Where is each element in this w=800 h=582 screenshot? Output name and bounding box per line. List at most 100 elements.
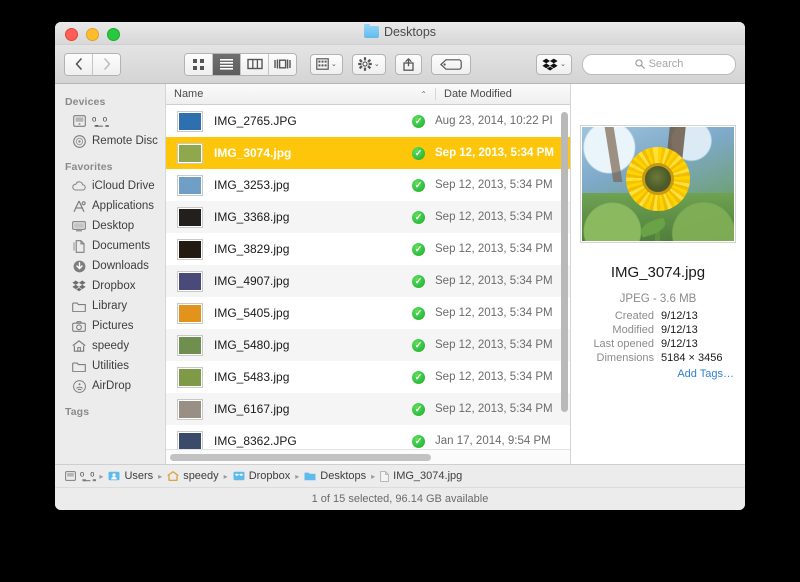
preview-metadata-value: 9/12/13: [661, 338, 698, 350]
coverflow-view-button[interactable]: [269, 54, 296, 75]
file-thumbnail: [178, 240, 202, 259]
tag-button[interactable]: [431, 54, 471, 75]
table-row[interactable]: IMG_6167.jpg✓Sep 12, 2013, 5:34 PM: [166, 393, 570, 425]
file-date-modified: Sep 12, 2013, 5:34 PM: [435, 179, 570, 191]
sidebar-item-documents[interactable]: Documents: [55, 236, 165, 256]
sidebar-item-label: AirDrop: [92, 380, 131, 392]
table-row[interactable]: IMG_3829.jpg✓Sep 12, 2013, 5:34 PM: [166, 233, 570, 265]
sidebar-item-remote-disc[interactable]: Remote Disc: [55, 131, 165, 151]
breadcrumb-label: Desktops: [320, 470, 366, 482]
horizontal-scrollbar[interactable]: [170, 454, 431, 461]
table-row[interactable]: IMG_5405.jpg✓Sep 12, 2013, 5:34 PM: [166, 297, 570, 329]
column-header-date-modified[interactable]: Date Modified: [435, 88, 570, 100]
file-date-modified: Sep 12, 2013, 5:34 PM: [435, 307, 570, 319]
preview-metadata-key: Last opened: [582, 338, 661, 350]
file-name: IMG_3368.jpg: [214, 210, 412, 224]
sidebar-item-label: speedy: [92, 340, 129, 352]
sort-indicator-icon: ⌃: [420, 90, 435, 99]
sidebar-item-icloud-drive[interactable]: iCloud Drive: [55, 176, 165, 196]
breadcrumb-label: Dropbox: [249, 470, 291, 482]
navigation-buttons: [64, 53, 121, 76]
column-header-name[interactable]: Name ⌃: [166, 88, 435, 100]
table-row[interactable]: IMG_3368.jpg✓ Sep 12, 2013, 5:34 PM: [166, 201, 570, 233]
sidebar-item-dropbox[interactable]: Dropbox: [55, 276, 165, 296]
arrange-button[interactable]: ⌄: [310, 54, 343, 75]
table-row[interactable]: IMG_2765.JPG✓Aug 23, 2014, 10:22 PI: [166, 105, 570, 137]
table-row[interactable]: IMG_5483.jpg✓Sep 12, 2013, 5:34 PM: [166, 361, 570, 393]
file-thumbnail: [178, 336, 202, 355]
file-date-modified: Sep 12, 2013, 5:34 PM: [435, 211, 570, 223]
dropbox-synced-icon: ✓: [412, 275, 425, 288]
view-mode-buttons: [184, 53, 297, 76]
finder-window: Desktops: [55, 22, 745, 510]
action-button[interactable]: ⌄: [352, 54, 386, 75]
breadcrumb-item[interactable]: Desktops: [304, 470, 366, 482]
sidebar-item-airdrop[interactable]: AirDrop: [55, 376, 165, 396]
sidebar-item-desktop[interactable]: Desktop: [55, 216, 165, 236]
dropbox-synced-icon: ✓: [412, 211, 425, 224]
sunflower-graphic: [626, 147, 690, 211]
sidebar-item-label: Desktop: [92, 220, 134, 232]
sidebar-item-library[interactable]: Library: [55, 296, 165, 316]
window-title: Desktops: [55, 25, 745, 39]
breadcrumb-separator: ▸: [99, 472, 103, 481]
column-headers: Name ⌃ Date Modified: [166, 84, 570, 105]
chevron-down-icon: ⌄: [560, 61, 566, 68]
breadcrumb-item[interactable]: IMG_3074.jpg: [380, 470, 462, 482]
dropbox-button[interactable]: ⌄: [536, 54, 572, 75]
add-tags-link[interactable]: Add Tags…: [582, 368, 734, 380]
sidebar-item-label: Documents: [92, 240, 150, 252]
file-icon: [380, 471, 389, 482]
preview-filename: IMG_3074.jpg: [611, 264, 705, 281]
dropbox-synced-icon: ✓: [412, 307, 425, 320]
table-row[interactable]: IMG_4907.jpg✓Sep 12, 2013, 5:34 PM: [166, 265, 570, 297]
file-name: IMG_4907.jpg: [214, 274, 412, 288]
sidebar-item-downloads[interactable]: Downloads: [55, 256, 165, 276]
sidebar-item-speedy[interactable]: speedy: [55, 336, 165, 356]
preview-metadata-row: Dimensions5184 × 3456: [582, 352, 734, 364]
forward-button[interactable]: [93, 54, 120, 75]
home-icon: [72, 339, 86, 353]
cloud-icon: [72, 179, 86, 193]
sidebar-item-label: Remote Disc: [92, 135, 158, 147]
share-button[interactable]: [395, 54, 422, 75]
file-date-modified: Sep 12, 2013, 5:34 PM: [435, 243, 570, 255]
chevron-down-icon: ⌄: [331, 61, 337, 68]
search-input[interactable]: Search: [582, 54, 736, 75]
window-body: Devices ᵒ̳_ᵒ̳ Remote Disc Favorites iClo…: [55, 84, 745, 464]
vertical-scrollbar[interactable]: [561, 112, 568, 412]
file-thumbnail: [178, 400, 202, 419]
folder-icon: [72, 359, 86, 373]
preview-kind-size: JPEG - 3.6 MB: [620, 293, 697, 305]
breadcrumb-item[interactable]: Dropbox: [233, 470, 291, 482]
table-row[interactable]: IMG_3074.jpg✓Sep 12, 2013, 5:34 PM: [166, 137, 570, 169]
icon-view-button[interactable]: [185, 54, 213, 75]
preview-metadata-row: Created9/12/13: [582, 310, 734, 322]
breadcrumb-label: speedy: [183, 470, 218, 482]
table-row[interactable]: IMG_8362.JPG✓Jan 17, 2014, 9:54 PM: [166, 425, 570, 449]
sidebar-item-disk[interactable]: ᵒ̳_ᵒ̳: [55, 111, 165, 131]
sidebar-heading-devices: Devices: [55, 92, 165, 111]
sidebar-item-label: Dropbox: [92, 280, 135, 292]
downloads-icon: [72, 259, 86, 273]
column-view-button[interactable]: [241, 54, 269, 75]
breadcrumb-separator: ▸: [295, 472, 299, 481]
breadcrumb-item[interactable]: Users: [108, 470, 153, 482]
airdrop-icon: [72, 379, 86, 393]
file-name: IMG_6167.jpg: [214, 402, 412, 416]
breadcrumb-item[interactable]: speedy: [167, 470, 218, 482]
sidebar-item-pictures[interactable]: Pictures: [55, 316, 165, 336]
file-name: IMG_8362.JPG: [214, 434, 412, 448]
sidebar-item-label: Downloads: [92, 260, 149, 272]
table-row[interactable]: IMG_3253.jpg✓Sep 12, 2013, 5:34 PM: [166, 169, 570, 201]
list-view-button[interactable]: [213, 54, 241, 75]
table-row[interactable]: IMG_5480.jpg✓Sep 12, 2013, 5:34 PM: [166, 329, 570, 361]
file-name: IMG_5480.jpg: [214, 338, 412, 352]
sidebar-item-utilities[interactable]: Utilities: [55, 356, 165, 376]
preview-panel: IMG_3074.jpg JPEG - 3.6 MB Created9/12/1…: [570, 84, 745, 464]
sidebar-item-applications[interactable]: Applications: [55, 196, 165, 216]
back-button[interactable]: [65, 54, 93, 75]
dropbox-synced-icon: ✓: [412, 147, 425, 160]
breadcrumb-item[interactable]: ᵒ̳_ᵒ̳: [65, 470, 94, 482]
sidebar-heading-tags: Tags: [55, 396, 165, 421]
